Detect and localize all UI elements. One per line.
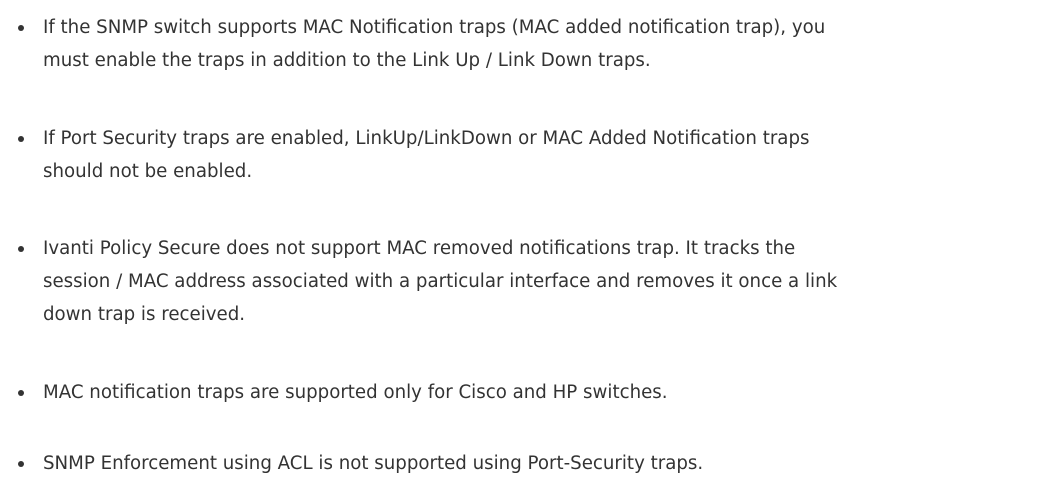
list-item-line: Ivanti Policy Secure does not support MA…	[43, 238, 796, 259]
bullet-icon	[18, 25, 24, 31]
bullet-icon	[18, 246, 24, 252]
bullet-icon	[18, 461, 24, 467]
list-item-line: down trap is received.	[43, 304, 246, 325]
list-item-line: SNMP Enforcement using ACL is not suppor…	[43, 453, 704, 474]
list-item-line: must enable the traps in addition to the…	[43, 50, 651, 71]
list-item: Ivanti Policy Secure does not support MA…	[0, 232, 837, 331]
list-item-line: If Port Security traps are enabled, Link…	[43, 128, 810, 149]
list-item-line: should not be enabled.	[43, 161, 253, 182]
bullet-icon	[18, 390, 24, 396]
list-item-line: MAC notification traps are supported onl…	[43, 382, 668, 403]
list-item: If the SNMP switch supports MAC Notifica…	[0, 11, 825, 77]
list-item-line: If the SNMP switch supports MAC Notifica…	[43, 17, 826, 38]
list-item-line: session / MAC address associated with a …	[43, 271, 838, 292]
bullet-icon	[18, 136, 24, 142]
list-item: SNMP Enforcement using ACL is not suppor…	[0, 447, 703, 480]
list-item: If Port Security traps are enabled, Link…	[0, 122, 809, 188]
list-item: MAC notification traps are supported onl…	[0, 376, 668, 409]
